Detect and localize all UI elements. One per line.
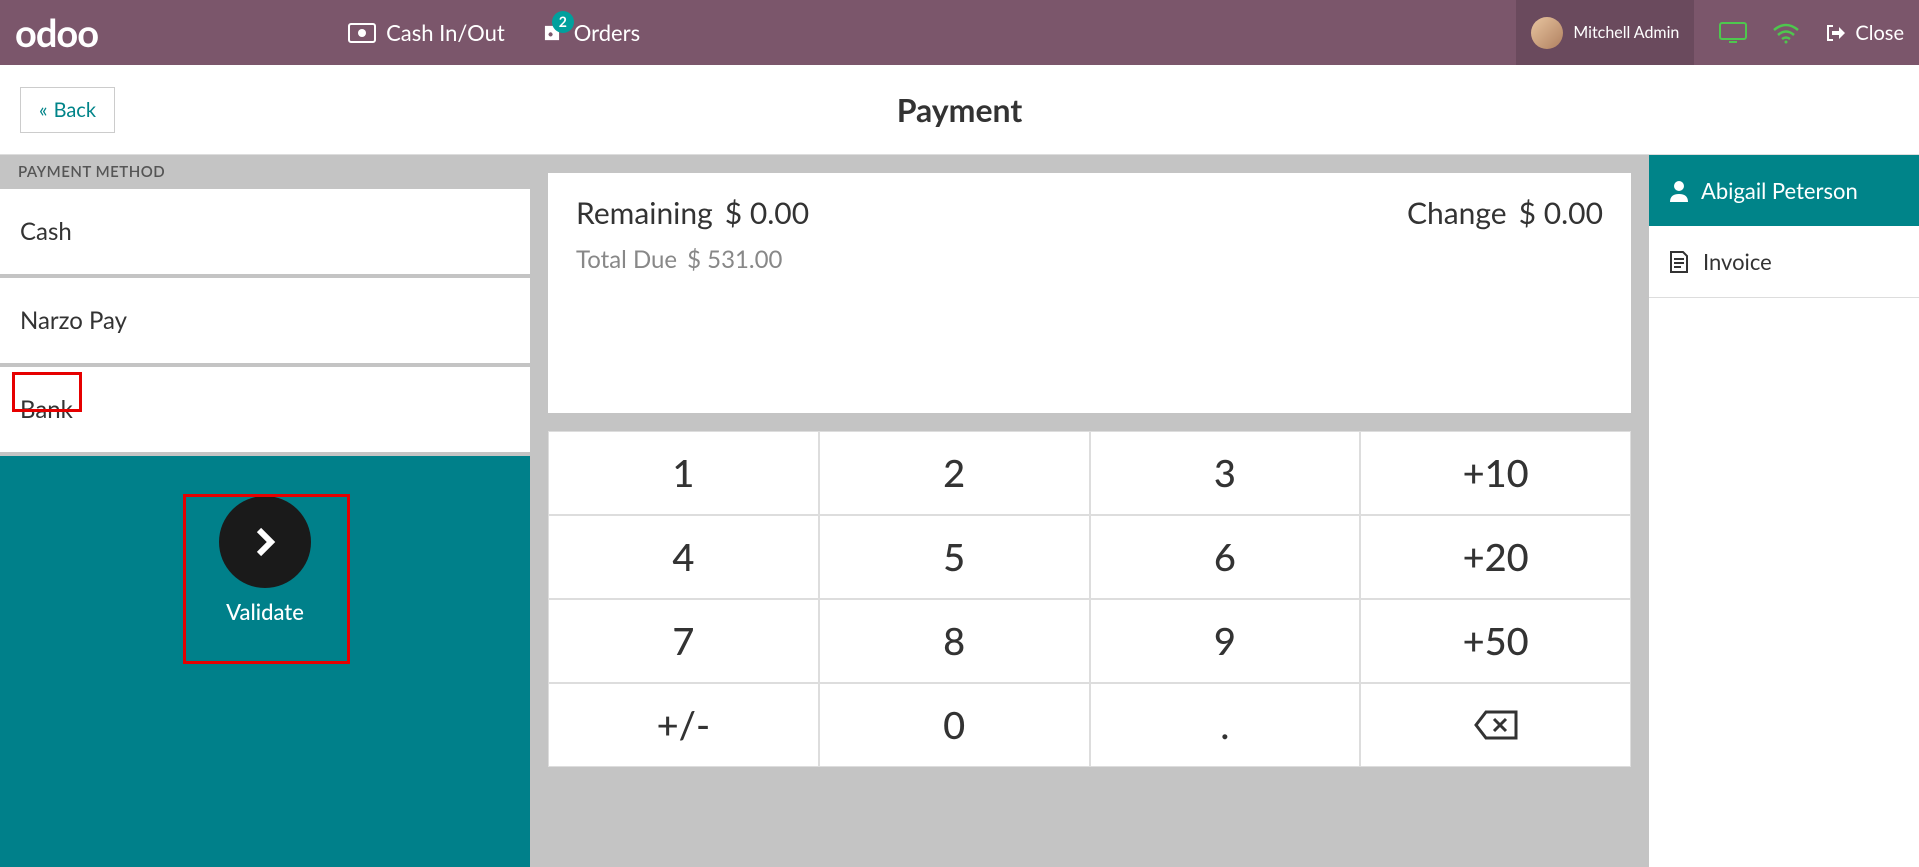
- page-title: Payment: [897, 90, 1023, 129]
- invoice-label: Invoice: [1703, 248, 1772, 275]
- payment-method-list: Cash Narzo Pay Bank: [0, 189, 530, 456]
- orders-badge: 2: [552, 11, 574, 33]
- left-column: PAYMENT METHOD Cash Narzo Pay Bank Valid…: [0, 155, 530, 867]
- numpad-4[interactable]: 4: [548, 515, 819, 599]
- customer-button[interactable]: Abigail Peterson: [1649, 155, 1919, 226]
- invoice-button[interactable]: Invoice: [1649, 226, 1919, 298]
- numpad-0[interactable]: 0: [819, 683, 1090, 767]
- numpad-row-2: 4 5 6 +20: [548, 515, 1631, 599]
- payment-method-bank[interactable]: Bank: [0, 367, 530, 456]
- numpad-plus10[interactable]: +10: [1360, 431, 1631, 515]
- monitor-icon: [1719, 22, 1747, 44]
- payment-method-narzo[interactable]: Narzo Pay: [0, 278, 530, 367]
- highlight-box-bank: [12, 372, 82, 412]
- numpad-plus50[interactable]: +50: [1360, 599, 1631, 683]
- navbar-right: Mitchell Admin Close: [1516, 0, 1904, 65]
- change-label: Change: [1407, 195, 1507, 231]
- close-label: Close: [1855, 21, 1904, 45]
- numpad-backspace[interactable]: [1360, 683, 1631, 767]
- document-icon: [1669, 250, 1689, 274]
- customer-name: Abigail Peterson: [1701, 177, 1858, 204]
- orders-label: Orders: [574, 19, 640, 46]
- numpad-row-3: 7 8 9 +50: [548, 599, 1631, 683]
- user-menu[interactable]: Mitchell Admin: [1516, 0, 1694, 65]
- close-icon: [1825, 23, 1847, 43]
- logo[interactable]: odoo: [15, 10, 98, 56]
- numpad-row-1: 1 2 3 +10: [548, 431, 1631, 515]
- center-column: Remaining $ 0.00 Change $ 0.00 Total Due…: [530, 155, 1649, 867]
- payment-method-cash[interactable]: Cash: [0, 189, 530, 278]
- orders-icon-wrap: 2: [540, 21, 564, 45]
- numpad: 1 2 3 +10 4 5 6 +20 7 8 9 +50 +/- 0 .: [548, 431, 1631, 767]
- numpad-3[interactable]: 3: [1090, 431, 1361, 515]
- nav-items: Cash In/Out 2 Orders: [348, 19, 640, 46]
- numpad-row-4: +/- 0 .: [548, 683, 1631, 767]
- payment-method-header: PAYMENT METHOD: [0, 155, 530, 189]
- cash-label: Cash In/Out: [386, 19, 505, 46]
- close-button[interactable]: Close: [1825, 21, 1904, 45]
- numpad-7[interactable]: 7: [548, 599, 819, 683]
- total-due-value: $ 531.00: [687, 245, 782, 274]
- numpad-5[interactable]: 5: [819, 515, 1090, 599]
- remaining: Remaining $ 0.00: [576, 195, 809, 231]
- header-bar: « Back Payment: [0, 65, 1919, 155]
- cash-icon: [348, 23, 376, 43]
- avatar: [1531, 17, 1563, 49]
- main: PAYMENT METHOD Cash Narzo Pay Bank Valid…: [0, 155, 1919, 867]
- logo-text: odoo: [15, 10, 98, 56]
- top-navbar: odoo Cash In/Out 2 Orders Mitchell Admin: [0, 0, 1919, 65]
- numpad-plus20[interactable]: +20: [1360, 515, 1631, 599]
- back-button[interactable]: « Back: [20, 87, 115, 133]
- right-rest: [1649, 298, 1919, 867]
- validate-panel[interactable]: Validate: [0, 456, 530, 867]
- remaining-value: $ 0.00: [725, 195, 809, 231]
- user-name: Mitchell Admin: [1573, 23, 1679, 42]
- numpad-8[interactable]: 8: [819, 599, 1090, 683]
- back-label: Back: [54, 98, 96, 122]
- orders-button[interactable]: 2 Orders: [540, 19, 640, 46]
- total-due-label: Total Due: [576, 245, 677, 274]
- highlight-box-validate: [183, 494, 350, 664]
- amount-row: Remaining $ 0.00 Change $ 0.00: [576, 195, 1603, 231]
- backspace-icon: [1474, 710, 1518, 740]
- numpad-6[interactable]: 6: [1090, 515, 1361, 599]
- change-value: $ 0.00: [1519, 195, 1603, 231]
- remaining-label: Remaining: [576, 195, 713, 231]
- numpad-2[interactable]: 2: [819, 431, 1090, 515]
- cash-in-out-button[interactable]: Cash In/Out: [348, 19, 505, 46]
- numpad-9[interactable]: 9: [1090, 599, 1361, 683]
- numpad-plusminus[interactable]: +/-: [548, 683, 819, 767]
- amount-panel: Remaining $ 0.00 Change $ 0.00 Total Due…: [548, 173, 1631, 413]
- right-column: Abigail Peterson Invoice: [1649, 155, 1919, 867]
- change: Change $ 0.00: [1407, 195, 1603, 231]
- total-due: Total Due $ 531.00: [576, 245, 1603, 274]
- person-icon: [1669, 180, 1689, 202]
- chevron-left-icon: «: [39, 98, 48, 122]
- numpad-1[interactable]: 1: [548, 431, 819, 515]
- wifi-icon: [1772, 22, 1800, 44]
- numpad-dot[interactable]: .: [1090, 683, 1361, 767]
